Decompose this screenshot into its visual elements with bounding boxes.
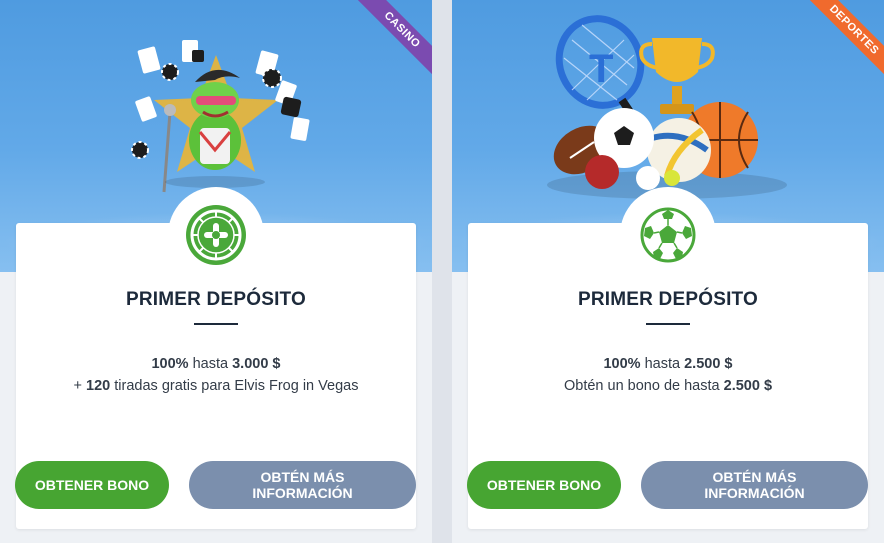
casino-more-info-label: OBTÉN MÁS INFORMACIÓN xyxy=(252,469,353,501)
sports-ribbon: DEPORTES xyxy=(804,0,884,80)
sports-offer-title: PRIMER DEPÓSITO xyxy=(577,289,758,310)
svg-text:T: T xyxy=(589,47,613,91)
casino-offer-panel: PRIMER DEPÓSITO 100% hasta 3.000 $ + 120… xyxy=(15,187,416,529)
sports-badge xyxy=(620,187,716,283)
casino-title-divider xyxy=(194,323,238,325)
casino-bonus-card: CASINO PRIMER DEPÓSITO 100% hasta 3.000 … xyxy=(0,0,432,543)
sports-offer-panel: PRIMER DEPÓSITO 100% hasta 2.500 $ Obtén… xyxy=(467,187,868,529)
sports-offer-line-2: Obtén un bono de hasta 2.500 $ xyxy=(563,378,773,394)
casino-get-bonus-button[interactable]: OBTENER BONO xyxy=(15,461,169,509)
sports-more-info-label: OBTÉN MÁS INFORMACIÓN xyxy=(704,469,805,501)
soccer-ball-icon xyxy=(640,207,696,263)
casino-badge xyxy=(168,187,264,283)
sports-ribbon-label: DEPORTES xyxy=(804,0,884,80)
roulette-icon xyxy=(186,205,246,265)
casino-ribbon: CASINO xyxy=(352,0,432,80)
sports-title-divider xyxy=(646,323,690,325)
casino-offer-line-1: 100% hasta 3.000 $ xyxy=(151,356,281,372)
casino-offer-line-2: + 120 tiradas gratis para Elvis Frog in … xyxy=(73,378,359,394)
casino-more-info-button[interactable]: OBTÉN MÁS INFORMACIÓN xyxy=(189,461,416,509)
sports-offer-line-1: 100% hasta 2.500 $ xyxy=(603,356,733,372)
sports-bonus-card: T DEPORTES PRIMER DEPÓSITO 100% hasta 2.… xyxy=(452,0,884,543)
sports-get-bonus-button[interactable]: OBTENER BONO xyxy=(467,461,621,509)
casino-offer-title: PRIMER DEPÓSITO xyxy=(125,289,306,310)
sports-more-info-button[interactable]: OBTÉN MÁS INFORMACIÓN xyxy=(641,461,868,509)
casino-offer-text: 100% hasta 3.000 $ + 120 tiradas gratis … xyxy=(16,353,416,397)
sports-offer-text: 100% hasta 2.500 $ Obtén un bono de hast… xyxy=(468,353,868,397)
casino-ribbon-label: CASINO xyxy=(352,0,432,80)
